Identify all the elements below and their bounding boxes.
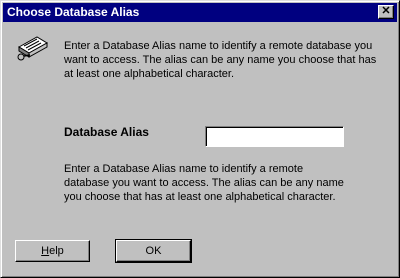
help-button-mnemonic: H: [41, 245, 50, 257]
choose-database-alias-dialog: Choose Database Alias ✕ Enter a Database…: [0, 0, 400, 278]
dialog-title: Choose Database Alias: [7, 5, 140, 19]
help-button[interactable]: Help: [15, 240, 90, 262]
database-alias-label: Database Alias: [64, 125, 149, 139]
intro-text: Enter a Database Alias name to identify …: [64, 40, 377, 80]
close-button[interactable]: ✕: [378, 5, 394, 19]
close-icon: ✕: [381, 5, 391, 17]
ok-button-label: OK: [145, 245, 162, 257]
help-description-text: Enter a Database Alias name to identify …: [64, 163, 344, 203]
database-key-icon: [17, 36, 48, 61]
ok-button[interactable]: OK: [115, 239, 192, 263]
database-alias-input[interactable]: [205, 126, 344, 147]
title-bar[interactable]: Choose Database Alias ✕: [3, 3, 397, 22]
help-button-label: elp: [49, 245, 64, 257]
